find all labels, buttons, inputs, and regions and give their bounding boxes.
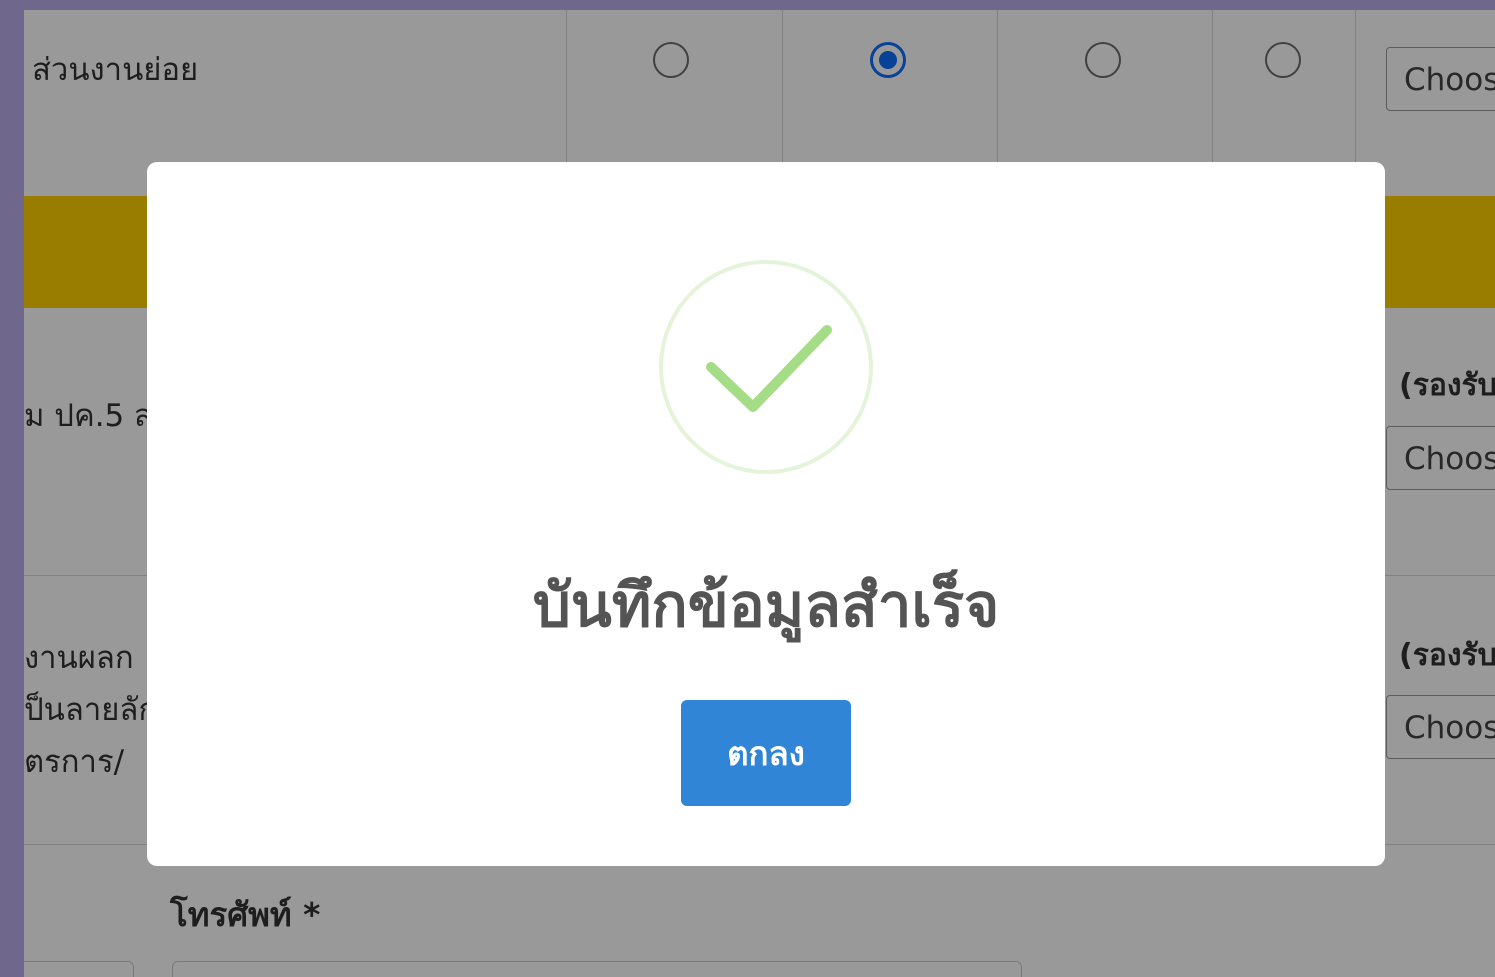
- success-check-icon: [659, 260, 873, 474]
- ok-button[interactable]: ตกลง: [681, 700, 851, 806]
- checkmark-icon: [706, 325, 832, 412]
- success-dialog: บันทึกข้อมูลสำเร็จ ตกลง: [147, 162, 1385, 866]
- dialog-title: บันทึกข้อมูลสำเร็จ: [532, 571, 1000, 641]
